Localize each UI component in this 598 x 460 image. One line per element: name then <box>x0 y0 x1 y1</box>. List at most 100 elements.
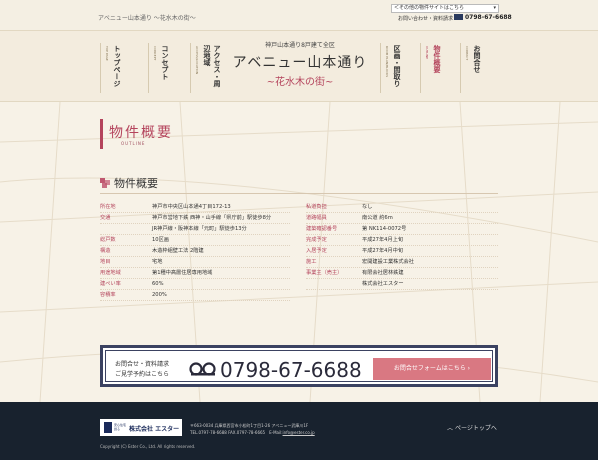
spec-row: 地目 宅地 <box>100 257 290 268</box>
nav-item-room-plan[interactable]: 区画・間取り ROOM PLAN/BLOCKS <box>380 43 408 93</box>
chevron-up-icon: ︿ <box>447 425 454 432</box>
nav-item-sublabel: OUTLINE <box>425 46 429 60</box>
nav-item-label: 物件概要 <box>433 45 442 73</box>
spec-key: 所在地 <box>100 204 116 210</box>
spec-value: 平成27年4月中旬 <box>362 248 404 254</box>
section-heading-text: 物件概要 <box>114 177 158 190</box>
spec-value: 宅地 <box>152 259 163 265</box>
spec-value: JR神戸線・阪神本線「元町」駅徒歩13分 <box>152 226 247 232</box>
spec-key: 容積率 <box>100 292 116 298</box>
nav-item-label: トップページ <box>113 45 122 87</box>
nav-item-label: コンセプト <box>161 45 170 80</box>
spec-row: 私道負担 なし <box>306 202 498 213</box>
spec-value: 南公道 約6m <box>362 215 393 221</box>
nav-item-top[interactable]: トップページ TOP PAGE <box>100 43 128 93</box>
section-divider <box>100 193 498 194</box>
company-name: 株式会社 エスター <box>129 426 180 433</box>
nav-divider <box>380 43 381 93</box>
spec-row: 施工 宏開建設工業株式会社 <box>306 257 498 268</box>
spec-value: 60% <box>152 281 164 287</box>
page-title: 物件概要 <box>109 125 173 141</box>
nav-item-sublabel: CONTACT <box>465 46 469 61</box>
contact-line-2: ご見学予約はこちら <box>115 371 170 378</box>
spec-row: 道路幅員 南公道 約6m <box>306 213 498 224</box>
nav-item-outline[interactable]: 物件概要 OUTLINE <box>420 43 448 93</box>
page-top-link[interactable]: ︿ ページトップへ <box>447 423 497 432</box>
page-subtitle: OUTLINE <box>121 141 146 146</box>
nav-divider <box>460 43 461 93</box>
spec-row: 容積率 200% <box>100 290 290 301</box>
spec-table-left: 所在地 神戸市中央区山本通4丁目172-13 交通 神戸市営地下鉄 西神・山手線「県… <box>100 202 290 301</box>
spec-row: 株式会社エスター <box>306 279 498 290</box>
top-bar: アベニュー山本通り ～花水木の街～ ＜その他の物件サイトはこちら ▾ お問い合わ… <box>0 0 598 30</box>
spec-row: JR神戸線・阪神本線「元町」駅徒歩13分 <box>100 224 290 235</box>
company-contact: TEL.0797-78-6688 FAX.0797-78-6665 E-Mail… <box>190 430 315 436</box>
spec-key: 建築確認番号 <box>306 226 338 232</box>
page-title-block: 物件概要 OUTLINE <box>100 119 220 159</box>
spec-value: 神戸市営地下鉄 西神・山手線「県庁前」駅徒歩8分 <box>152 215 272 221</box>
spec-row: 用途地域 第1種中高層住居専用地域 <box>100 268 290 279</box>
company-tel-fax: TEL.0797-78-6688 FAX.0797-78-6665 E-Mail… <box>190 430 283 435</box>
free-dial-icon <box>189 362 216 376</box>
spec-key: 入居予定 <box>306 248 327 254</box>
spec-key: 事業主（売主） <box>306 270 343 276</box>
other-sites-select-label: ＜その他の物件サイトはこちら <box>394 5 465 11</box>
contact-phone-number[interactable]: 0798-67-6688 <box>220 358 362 382</box>
spec-key: 用途地域 <box>100 270 121 276</box>
nav-divider <box>420 43 421 93</box>
nav-item-label: アクセス・周辺地域 <box>203 45 222 87</box>
company-address: 〒663-0034 兵庫県西宮市小松町1丁目1-26 アベニュー武庫川1F <box>190 423 309 428</box>
nav-item-label: お問合せ <box>473 45 482 73</box>
company-logo[interactable]: 安心住宅創る 株式会社 エスター <box>100 419 182 436</box>
spec-key: 建ぺい率 <box>100 281 121 287</box>
nav-item-access[interactable]: アクセス・周辺地域 ACCESS/LOCATION <box>190 43 222 93</box>
nav-item-concept[interactable]: コンセプト CONCEPT <box>148 43 176 93</box>
nav-item-label: 区画・間取り <box>393 45 402 87</box>
spec-row: 完成予定 平成27年4月上旬 <box>306 235 498 246</box>
free-dial-icon <box>454 14 463 20</box>
spec-row: 総戸数 10区画 <box>100 235 290 246</box>
spec-value: 株式会社エスター <box>362 281 404 287</box>
other-sites-select[interactable]: ＜その他の物件サイトはこちら ▾ <box>391 4 499 13</box>
contact-form-button[interactable]: お問合せフォームはこちら › <box>373 358 491 380</box>
contact-line-1: お問合せ・資料請求 <box>115 361 170 368</box>
spec-key: 交通 <box>100 215 111 221</box>
spec-key: 地目 <box>100 259 111 265</box>
spec-key: 施工 <box>306 259 317 265</box>
logo-title: アベニュー山本通り <box>232 55 368 71</box>
nav-item-contact[interactable]: お問合せ CONTACT <box>460 43 488 93</box>
spec-value: 200% <box>152 292 167 298</box>
logo-subtitle: 神戸山本通り8戸建て全区 <box>265 42 335 49</box>
header-phone-number: 0798-67-6688 <box>465 14 512 21</box>
spec-value: 木造枠組壁工法 2階建 <box>152 248 204 254</box>
spec-row: 所在地 神戸市中央区山本通4丁目172-13 <box>100 202 290 213</box>
spec-value: 神戸市中央区山本通4丁目172-13 <box>152 204 231 210</box>
site-logo[interactable]: 神戸山本通り8戸建て全区 アベニュー山本通り ~花水木の街~ <box>232 38 368 98</box>
section-heading: 物件概要 <box>100 175 158 191</box>
header-phone: 0798-67-6688 <box>454 14 512 21</box>
spec-row: 建ぺい率 60% <box>100 279 290 290</box>
nav-item-sublabel: ACCESS/LOCATION <box>195 46 199 75</box>
spec-value: 宏開建設工業株式会社 <box>362 259 414 265</box>
spec-key: 総戸数 <box>100 237 116 243</box>
spec-value: なし <box>362 204 373 210</box>
spec-row: 建築確認番号 第 NK114-0072号 <box>306 224 498 235</box>
spec-row: 交通 神戸市営地下鉄 西神・山手線「県庁前」駅徒歩8分 <box>100 213 290 224</box>
chevron-down-icon: ▾ <box>493 5 496 11</box>
nav-divider <box>190 43 191 93</box>
inquiry-link[interactable]: お問い合わせ・資料請求 <box>398 15 453 22</box>
spec-row: 事業主（売主） 有限会社居林鉄建 <box>306 268 498 279</box>
spec-key: 構造 <box>100 248 111 254</box>
spec-key: 完成予定 <box>306 237 327 243</box>
contact-banner-inner: お問合せ・資料請求 ご見学予約はこちら 0798-67-6688 お問合せフォー… <box>105 350 493 382</box>
nav-item-sublabel: TOP PAGE <box>105 46 109 61</box>
spec-value: 第1種中高層住居専用地域 <box>152 270 213 276</box>
footer: 安心住宅創る 株式会社 エスター 〒663-0034 兵庫県西宮市小松町1丁目1… <box>0 402 598 460</box>
company-email-link[interactable]: info@ester.co.jp <box>283 430 315 435</box>
nav-divider <box>148 43 149 93</box>
logo-mark-icon <box>104 422 112 433</box>
flower-icon <box>100 178 110 188</box>
spec-row: 入居予定 平成27年4月中旬 <box>306 246 498 257</box>
spec-table-right: 私道負担 なし 道路幅員 南公道 約6m 建築確認番号 第 NK114-0072号 完… <box>306 202 498 290</box>
contact-banner: お問合せ・資料請求 ご見学予約はこちら 0798-67-6688 お問合せフォー… <box>100 345 498 387</box>
